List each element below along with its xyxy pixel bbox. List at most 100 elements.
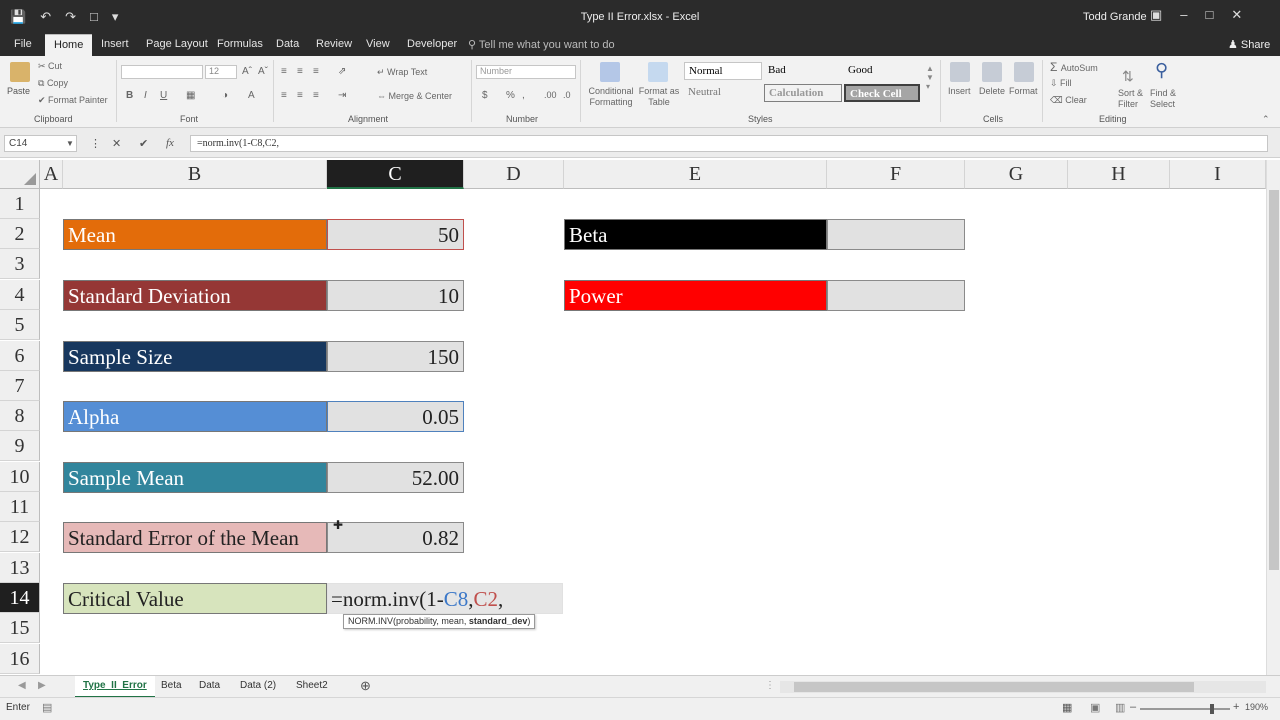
column-header-d[interactable]: D <box>464 160 564 189</box>
cancel-icon[interactable]: ✕ <box>112 137 121 150</box>
page-layout-view-icon[interactable]: ▣ <box>1090 701 1100 714</box>
label-beta[interactable]: Beta <box>564 219 827 250</box>
autosum-button[interactable]: Σ AutoSum <box>1050 60 1098 74</box>
column-header-c[interactable]: C <box>327 160 464 189</box>
fill-color-icon[interactable]: ◑ <box>222 90 228 101</box>
tab-insert[interactable]: Insert <box>101 38 129 50</box>
row-header-1[interactable]: 1 <box>0 189 40 219</box>
number-format-select[interactable]: Number <box>476 65 576 79</box>
row-header-12[interactable]: 12 <box>0 522 40 552</box>
row-header-9[interactable]: 9 <box>0 431 40 461</box>
underline-icon[interactable]: U <box>160 90 167 101</box>
conditional-formatting-icon[interactable] <box>600 62 620 82</box>
sheet-tab-data-2[interactable]: Data (2) <box>240 680 276 691</box>
font-name-select[interactable] <box>121 65 203 79</box>
macro-record-icon[interactable]: ▤ <box>42 701 52 714</box>
value-beta[interactable] <box>827 219 965 250</box>
ribbon-display-options-icon[interactable]: ▣ <box>1150 7 1162 23</box>
bottom-align-icon[interactable]: ≡ <box>313 66 319 77</box>
tab-data[interactable]: Data <box>276 38 299 50</box>
horizontal-scrollbar[interactable] <box>780 681 1266 693</box>
row-header-15[interactable]: 15 <box>0 613 40 643</box>
column-header-b[interactable]: B <box>63 160 327 189</box>
decrease-font-icon[interactable]: Aˇ <box>258 66 268 77</box>
sheet-tab-sheet2[interactable]: Sheet2 <box>296 680 328 691</box>
row-header-13[interactable]: 13 <box>0 553 40 583</box>
comma-icon[interactable]: , <box>522 90 525 101</box>
sort-filter-icon[interactable]: ⇅ <box>1122 68 1134 85</box>
label-mean[interactable]: Mean <box>63 219 327 250</box>
zoom-slider[interactable] <box>1140 708 1230 710</box>
value-standard-error[interactable]: 0.82 <box>327 522 464 553</box>
insert-cells-icon[interactable] <box>950 62 970 82</box>
value-sample-mean[interactable]: 52.00 <box>327 462 464 493</box>
value-standard-deviation[interactable]: 10 <box>327 280 464 311</box>
vertical-scrollbar[interactable] <box>1266 160 1280 675</box>
label-standard-deviation[interactable]: Standard Deviation <box>63 280 327 311</box>
tab-file[interactable]: File <box>14 38 32 50</box>
row-header-8[interactable]: 8 <box>0 401 40 431</box>
normal-view-icon[interactable]: ▦ <box>1062 701 1072 714</box>
paste-button[interactable]: Paste <box>7 86 30 96</box>
format-as-table-icon[interactable] <box>648 62 668 82</box>
row-header-3[interactable]: 3 <box>0 249 40 279</box>
style-good[interactable]: Good <box>844 62 922 80</box>
format-as-table-button[interactable]: Format as Table <box>638 86 680 108</box>
label-alpha[interactable]: Alpha <box>63 401 327 432</box>
sheet-tab-data[interactable]: Data <box>199 680 220 691</box>
styles-scroll-icon[interactable]: ▲ ▼ ▾ <box>926 64 934 91</box>
maximize-icon[interactable]: □ <box>1206 7 1214 23</box>
label-sample-mean[interactable]: Sample Mean <box>63 462 327 493</box>
name-box-dropdown-icon[interactable]: ▼ <box>66 139 74 148</box>
decrease-decimal-icon[interactable]: .0 <box>563 90 571 100</box>
vertical-scroll-thumb[interactable] <box>1269 190 1279 570</box>
zoom-level[interactable]: 190% <box>1245 702 1268 712</box>
row-header-2[interactable]: 2 <box>0 219 40 249</box>
tab-review[interactable]: Review <box>316 38 352 50</box>
enter-icon[interactable]: ✔ <box>139 137 148 150</box>
middle-align-icon[interactable]: ≡ <box>297 66 303 77</box>
cut-button[interactable]: ✂ Cut <box>38 61 62 72</box>
format-cells-button[interactable]: Format <box>1009 86 1038 96</box>
top-align-icon[interactable]: ≡ <box>281 66 287 77</box>
user-name[interactable]: Todd Grande <box>1083 11 1147 23</box>
format-painter-button[interactable]: ✔ Format Painter <box>38 95 108 106</box>
clear-button[interactable]: ⌫ Clear <box>1050 95 1087 106</box>
column-header-g[interactable]: G <box>965 160 1068 189</box>
align-right-icon[interactable]: ≡ <box>313 90 319 101</box>
collapse-ribbon-icon[interactable]: ⌃ <box>1262 114 1270 125</box>
borders-icon[interactable]: ▦ <box>186 90 195 101</box>
bold-icon[interactable]: B <box>126 90 133 101</box>
row-header-5[interactable]: 5 <box>0 310 40 340</box>
zoom-out-icon[interactable]: – <box>1130 701 1136 713</box>
currency-icon[interactable]: $ <box>482 90 488 101</box>
sheet-tab-beta[interactable]: Beta <box>161 680 182 691</box>
minimize-icon[interactable]: – <box>1180 7 1187 23</box>
tab-home[interactable]: Home <box>45 34 93 56</box>
value-power[interactable] <box>827 280 965 311</box>
indent-icon[interactable]: ⇥ <box>338 90 346 101</box>
label-standard-error[interactable]: Standard Error of the Mean <box>63 522 327 553</box>
orientation-icon[interactable]: ⇗ <box>338 66 346 77</box>
zoom-slider-knob[interactable] <box>1210 704 1214 714</box>
delete-cells-icon[interactable] <box>982 62 1002 82</box>
tab-view[interactable]: View <box>366 38 390 50</box>
row-header-6[interactable]: 6 <box>0 341 40 371</box>
font-size-select[interactable]: 12 <box>205 65 237 79</box>
share-button[interactable]: ♟ Share <box>1228 38 1270 51</box>
conditional-formatting-button[interactable]: Conditional Formatting <box>586 86 636 108</box>
sort-filter-button[interactable]: Sort & Filter <box>1118 88 1148 110</box>
delete-cells-button[interactable]: Delete <box>979 86 1005 96</box>
value-mean[interactable]: 50 <box>327 219 464 250</box>
tab-page-layout[interactable]: Page Layout <box>146 38 208 50</box>
style-normal[interactable]: Normal <box>684 62 762 80</box>
active-cell-c14[interactable]: =norm.inv(1-C8,C2, <box>327 583 563 614</box>
column-header-a[interactable]: A <box>40 160 63 189</box>
style-check-cell[interactable]: Check Cell <box>844 84 920 102</box>
value-alpha[interactable]: 0.05 <box>327 401 464 432</box>
row-header-16[interactable]: 16 <box>0 644 40 674</box>
fill-button[interactable]: ⇩ Fill <box>1050 78 1072 89</box>
column-header-h[interactable]: H <box>1068 160 1170 189</box>
increase-font-icon[interactable]: Aˆ <box>242 66 252 77</box>
horizontal-scroll-thumb[interactable] <box>794 682 1194 692</box>
